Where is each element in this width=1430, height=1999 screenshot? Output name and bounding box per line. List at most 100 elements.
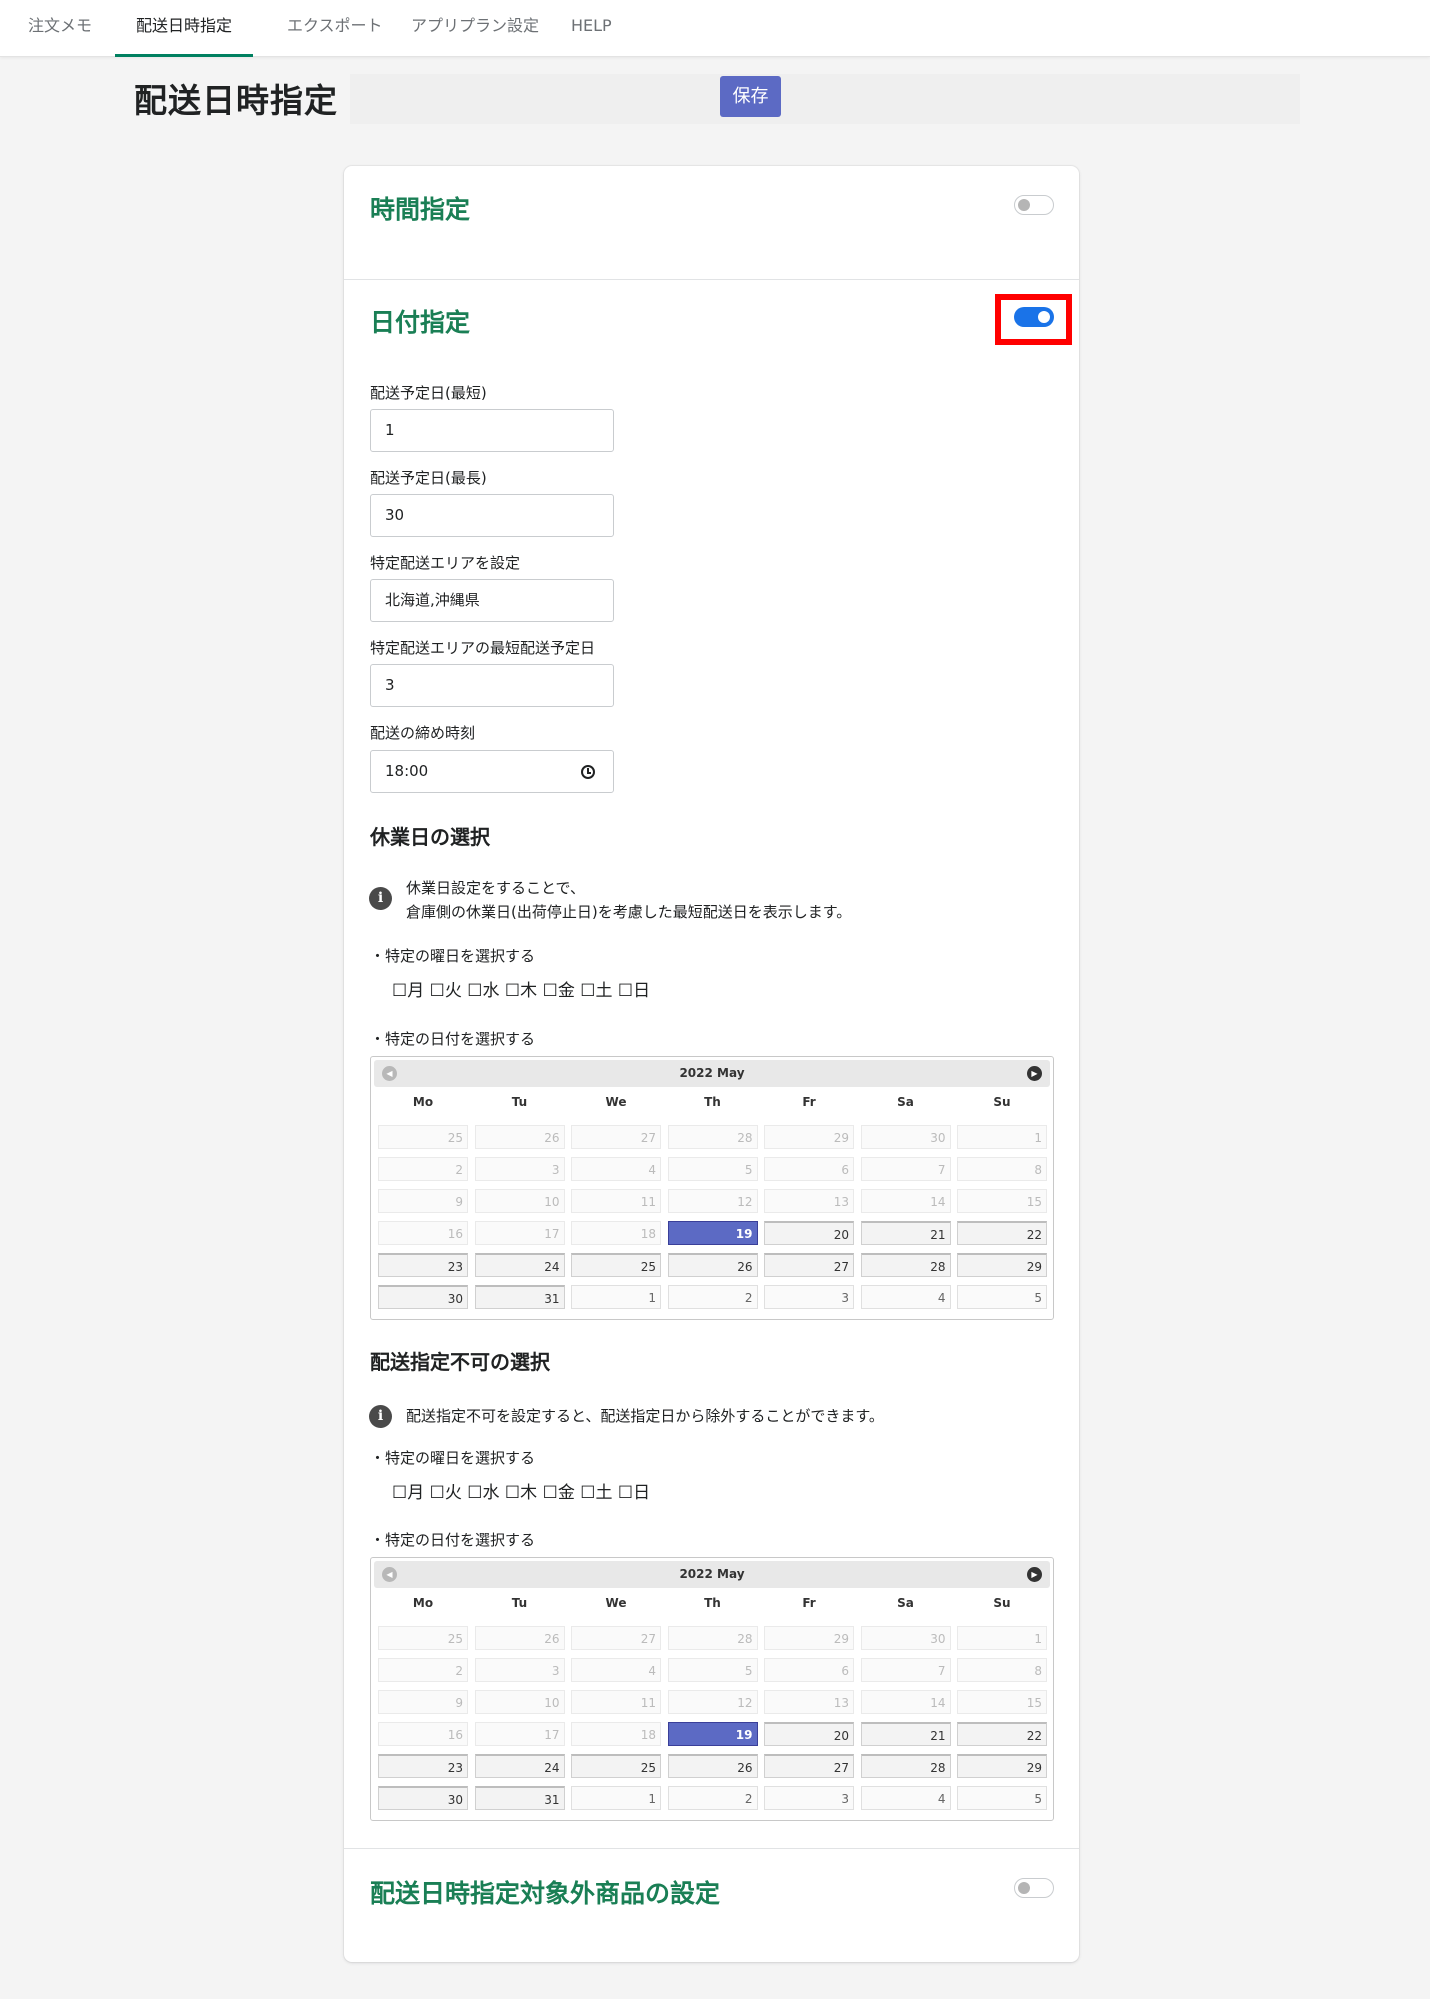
calendar-day[interactable]: 22 [957, 1722, 1047, 1746]
tab-order-memo[interactable]: 注文メモ [28, 0, 92, 57]
calendar-day[interactable]: 3 [764, 1786, 854, 1810]
tab-delivery-datetime[interactable]: 配送日時指定 [115, 0, 254, 57]
calendar-day[interactable]: 23 [378, 1754, 468, 1778]
header-band [350, 74, 1300, 124]
calendar-day: 18 [571, 1722, 661, 1746]
tab-export[interactable]: エクスポート [287, 0, 383, 57]
calendar-day[interactable]: 5 [957, 1786, 1047, 1810]
calendar-day[interactable]: 26 [667, 1754, 758, 1778]
calendar-day: 3 [474, 1157, 565, 1181]
calendar-day[interactable]: 29 [957, 1253, 1047, 1277]
calendar-day: 17 [474, 1221, 565, 1245]
calendar-day: 1 [957, 1125, 1047, 1149]
calendar-day: 14 [860, 1690, 951, 1714]
calendar-day: 6 [764, 1157, 854, 1181]
calendar-day[interactable]: 31 [474, 1786, 565, 1810]
calendar-header: 2022 May ◀ ▶ [374, 1561, 1050, 1588]
calendar-day[interactable]: 28 [860, 1253, 951, 1277]
calendar-day: 10 [474, 1690, 565, 1714]
calendar-day[interactable]: 20 [764, 1722, 854, 1746]
calendar-day: 13 [764, 1189, 854, 1213]
calendar-day: 8 [957, 1658, 1047, 1682]
prev-month-icon[interactable]: ◀ [382, 1567, 397, 1582]
calendar-weekday-header: Th [704, 1095, 721, 1109]
calendar-day[interactable]: 25 [571, 1253, 661, 1277]
calendar-day[interactable]: 26 [667, 1253, 758, 1277]
calendar-day: 9 [378, 1189, 468, 1213]
calendar-day[interactable]: 24 [474, 1754, 565, 1778]
special-area-min-input[interactable]: 3 [370, 664, 614, 707]
calendar-weekday-header: Tu [511, 1095, 528, 1109]
calendar-weekday-header: Tu [511, 1596, 528, 1610]
calendar-weekday-header: Sa [897, 1596, 914, 1610]
calendar-day[interactable]: 2 [667, 1786, 758, 1810]
calendar-day[interactable]: 21 [860, 1722, 951, 1746]
holidays-info-line2: 倉庫側の休業日(出荷停止日)を考慮した最短配送日を表示します。 [406, 903, 852, 921]
calendar-day: 10 [474, 1189, 565, 1213]
exclude-products-toggle[interactable] [1014, 1878, 1054, 1898]
calendar-day[interactable]: 24 [474, 1253, 565, 1277]
holidays-weekday-label: ・特定の曜日を選択する [370, 947, 536, 965]
calendar-day[interactable]: 30 [378, 1285, 468, 1309]
time-toggle[interactable] [1014, 195, 1054, 215]
prev-month-icon[interactable]: ◀ [382, 1066, 397, 1081]
calendar-weekday-header: Mo [412, 1095, 434, 1109]
save-button[interactable]: 保存 [720, 76, 781, 117]
calendar-day[interactable]: 1 [571, 1786, 661, 1810]
calendar-day[interactable]: 3 [764, 1285, 854, 1309]
blocked-weekday-checkboxes[interactable]: ☐月 ☐火 ☐水 ☐木 ☐金 ☐土 ☐日 [392, 1478, 650, 1503]
clock-icon[interactable] [581, 765, 595, 779]
calendar-day: 11 [571, 1690, 661, 1714]
min-days-input[interactable]: 1 [370, 409, 614, 452]
tab-help[interactable]: HELP [571, 0, 612, 57]
calendar-day: 29 [764, 1626, 854, 1650]
tab-app-plan-settings[interactable]: アプリプラン設定 [411, 0, 539, 57]
settings-card: 時間指定 日付指定 配送予定日(最短) 1 配送予定日(最長) 30 特定配送エ… [344, 166, 1079, 1962]
calendar-day[interactable]: 31 [474, 1285, 565, 1309]
calendar-day[interactable]: 21 [860, 1221, 951, 1245]
top-tab-bar: 注文メモ 配送日時指定 エクスポート アプリプラン設定 HELP [0, 0, 1430, 57]
toggle-knob [1018, 199, 1030, 211]
calendar-day[interactable]: 29 [957, 1754, 1047, 1778]
calendar-weekday-header: Sa [897, 1095, 914, 1109]
calendar-day: 25 [378, 1626, 468, 1650]
calendar-day: 30 [860, 1125, 951, 1149]
calendar-day: 17 [474, 1722, 565, 1746]
max-days-input[interactable]: 30 [370, 494, 614, 537]
calendar-day: 16 [378, 1722, 468, 1746]
calendar-day[interactable]: 27 [764, 1253, 854, 1277]
calendar-day[interactable]: 19 [667, 1221, 758, 1245]
calendar-day[interactable]: 27 [764, 1754, 854, 1778]
holidays-calendar: 2022 May ◀ ▶ Mo Tu We Th Fr Sa Su 25 26 27 28 29 30 1 2 3 4… [370, 1056, 1054, 1320]
calendar-day[interactable]: 5 [957, 1285, 1047, 1309]
calendar-day: 7 [860, 1658, 951, 1682]
calendar-day[interactable]: 22 [957, 1221, 1047, 1245]
max-days-label: 配送予定日(最長) [370, 469, 487, 487]
holidays-weekday-checkboxes[interactable]: ☐月 ☐火 ☐水 ☐木 ☐金 ☐土 ☐日 [392, 976, 650, 1001]
calendar-day[interactable]: 1 [571, 1285, 661, 1309]
calendar-day: 25 [378, 1125, 468, 1149]
calendar-day[interactable]: 23 [378, 1253, 468, 1277]
calendar-day: 9 [378, 1690, 468, 1714]
section-title-exclude-products: 配送日時指定対象外商品の設定 [370, 1879, 721, 1908]
calendar-day[interactable]: 20 [764, 1221, 854, 1245]
next-month-icon[interactable]: ▶ [1027, 1567, 1042, 1582]
calendar-weekday-header: Fr [802, 1095, 816, 1109]
calendar-day[interactable]: 4 [860, 1786, 951, 1810]
holidays-info-line1: 休業日設定をすることで、 [406, 879, 585, 897]
calendar-day[interactable]: 28 [860, 1754, 951, 1778]
calendar-day: 13 [764, 1690, 854, 1714]
calendar-day[interactable]: 25 [571, 1754, 661, 1778]
date-toggle[interactable] [1014, 307, 1054, 327]
calendar-day: 4 [571, 1157, 661, 1181]
calendar-day[interactable]: 30 [378, 1786, 468, 1810]
calendar-day[interactable]: 4 [860, 1285, 951, 1309]
next-month-icon[interactable]: ▶ [1027, 1066, 1042, 1081]
calendar-day[interactable]: 2 [667, 1285, 758, 1309]
calendar-day[interactable]: 19 [667, 1722, 758, 1746]
section-title-time: 時間指定 [370, 195, 471, 224]
calendar-day: 1 [957, 1626, 1047, 1650]
cutoff-time-input[interactable]: 18:00 [370, 750, 614, 793]
special-area-input[interactable]: 北海道,沖縄県 [370, 579, 614, 622]
toggle-knob [1018, 1882, 1030, 1894]
